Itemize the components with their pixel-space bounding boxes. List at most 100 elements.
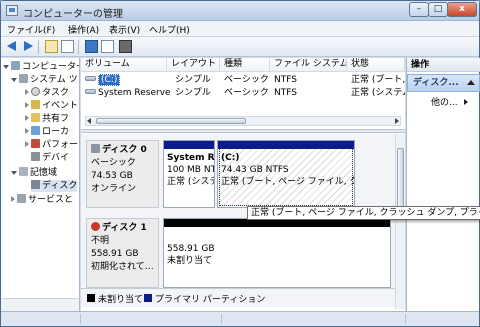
legend-swatch-primary (144, 294, 152, 302)
scroll-thumb[interactable] (96, 118, 246, 124)
legend-label: 未割り当て (98, 295, 144, 305)
layout-cell: シンプル (175, 88, 211, 98)
back-arrow-icon[interactable] (6, 40, 19, 53)
tree-label: コンピューター (22, 62, 80, 72)
disk-type: 不明 (91, 236, 110, 246)
volume-name: System Reserved (98, 88, 171, 98)
tree-item-event-viewer[interactable]: イベント (25, 100, 78, 112)
tree-item-computer[interactable]: コンピューター (3, 61, 80, 73)
type-cell: ベーシック (224, 88, 269, 98)
column-filesystem[interactable]: ファイル システム (270, 58, 347, 72)
maximize-button[interactable]: □ (428, 2, 448, 17)
title-bar[interactable]: コンピューターの管理 – □ x (1, 1, 479, 21)
collapse-icon[interactable] (11, 78, 17, 82)
collapse-up-icon[interactable] (467, 80, 475, 85)
disk-management-pane: ボリューム レイアウト 種類 ファイル システム 状態 (C:) シンプル ベー… (81, 58, 405, 311)
tree-label: デバイ (42, 153, 70, 163)
disk-0-info[interactable]: ディスク 0 ベーシック 74.53 GB オンライン (86, 140, 159, 208)
disk-type: ベーシック (91, 158, 136, 168)
actions-section-disk-management[interactable]: ディスク... (407, 74, 480, 92)
menu-view[interactable]: 表示(V) (109, 23, 140, 36)
partition-title: (C:) (221, 153, 240, 163)
disk-1-info[interactable]: ディスク 1 不明 558.91 GB 初期化されて… (86, 218, 159, 288)
tree-label: サービスと (28, 195, 74, 205)
minimize-button[interactable]: – (409, 2, 429, 17)
tree-item-disk-management[interactable]: ディスク (31, 180, 78, 192)
action-more-actions[interactable]: 他の... (431, 95, 468, 108)
storage-icon (19, 167, 28, 176)
tree-item-local-users[interactable]: ローカ (25, 126, 69, 138)
actions-pane: 操作 ディスク... 他の... (406, 58, 480, 311)
column-volume[interactable]: ボリューム (81, 58, 167, 72)
tree-horizontal-scrollbar[interactable] (1, 298, 79, 311)
share-icon (31, 113, 40, 122)
tree-item-services[interactable]: サービスと (11, 194, 73, 206)
collapse-icon[interactable] (11, 171, 17, 175)
show-tree-icon[interactable] (61, 40, 74, 53)
toolbar-separator (38, 40, 39, 54)
volume-row[interactable]: System Reserved シンプル ベーシック NTFS 正常 (システム (81, 87, 405, 99)
expand-icon[interactable] (25, 128, 29, 134)
partition-type-bar (218, 141, 354, 149)
partition-system-reserved[interactable]: System Re 100 MB NTI 正常 (システ (163, 140, 215, 208)
tree-label: 共有フ (42, 114, 70, 124)
partition-size: 74.43 GB NTFS (221, 165, 289, 175)
column-type[interactable]: 種類 (220, 58, 270, 72)
status-cell: 正常 (ブート, ペ (351, 75, 405, 85)
volume-list-horizontal-scrollbar[interactable] (85, 116, 401, 126)
expand-icon[interactable] (11, 196, 15, 202)
partition-status: 未割り当て (167, 256, 213, 266)
action-label: 他の... (431, 98, 458, 108)
filesystem-cell: NTFS (274, 75, 297, 85)
status-bar (1, 311, 479, 326)
services-icon (17, 194, 26, 203)
tree-label: ディスク (42, 181, 78, 191)
disk-name: ディスク 1 (102, 223, 147, 233)
volume-icon (85, 76, 96, 81)
legend-swatch-unallocated (87, 294, 95, 302)
help-icon[interactable] (85, 40, 98, 53)
menu-action[interactable]: 操作(A) (68, 23, 99, 36)
scroll-right-icon[interactable] (395, 118, 399, 124)
computer-management-icon (6, 5, 18, 16)
tree-item-storage[interactable]: 記憶域 (11, 167, 57, 179)
disk-view-vertical-scrollbar[interactable] (395, 134, 405, 309)
disk-size: 74.53 GB (91, 171, 133, 181)
tree-item-performance[interactable]: パフォー (25, 139, 78, 151)
disk-state: 初期化されて… (91, 262, 154, 272)
disk-0-header: ディスク 0 (91, 144, 154, 157)
disk-state: オンライン (91, 184, 137, 194)
tree-label: イベント (42, 101, 79, 111)
volume-row[interactable]: (C:) シンプル ベーシック NTFS 正常 (ブート, ペ (81, 74, 405, 86)
tree-item-task-scheduler[interactable]: タスク (25, 87, 69, 99)
close-button[interactable]: x (447, 2, 477, 17)
collapse-icon[interactable] (3, 65, 9, 69)
column-layout[interactable]: レイアウト (167, 58, 220, 72)
partition-c-drive[interactable]: (C:) 74.43 GB NTFS 正常 (ブート, ページ ファイル, ク (217, 140, 355, 208)
menu-help[interactable]: ヘルプ(H) (149, 23, 190, 36)
disk-icon (31, 180, 40, 189)
forward-arrow-icon[interactable] (21, 40, 34, 53)
type-cell: ベーシック (224, 75, 269, 85)
scroll-left-icon[interactable] (87, 118, 91, 124)
pane-splitter[interactable] (81, 129, 405, 133)
expand-icon[interactable] (25, 141, 29, 147)
scroll-thumb[interactable] (397, 148, 404, 208)
expand-icon[interactable] (25, 102, 29, 108)
expand-icon[interactable] (25, 115, 29, 121)
disk-1-header: ディスク 1 (91, 222, 154, 235)
column-status[interactable]: 状態 (347, 58, 405, 72)
tree-item-device-manager[interactable]: デバイ (31, 152, 69, 164)
tree-item-system-tools[interactable]: システム ツ (11, 74, 78, 86)
up-folder-icon[interactable] (45, 40, 58, 53)
legend: 未割り当て プライマリ パーティション (81, 288, 395, 307)
partition-unallocated[interactable]: 558.91 GB 未割り当て (163, 218, 391, 288)
partition-type-bar (164, 141, 214, 149)
tree-item-shared-folders[interactable]: 共有フ (25, 113, 69, 125)
volume-name: (C:) (98, 74, 121, 86)
view-icon[interactable] (119, 40, 132, 53)
status-tooltip: 正常 (ブート, ページ ファイル, クラッシュ ダンプ, プライマリ (247, 206, 480, 220)
menu-file[interactable]: ファイル(F) (7, 23, 55, 36)
expand-icon[interactable] (25, 89, 29, 95)
properties-icon[interactable] (101, 40, 114, 53)
